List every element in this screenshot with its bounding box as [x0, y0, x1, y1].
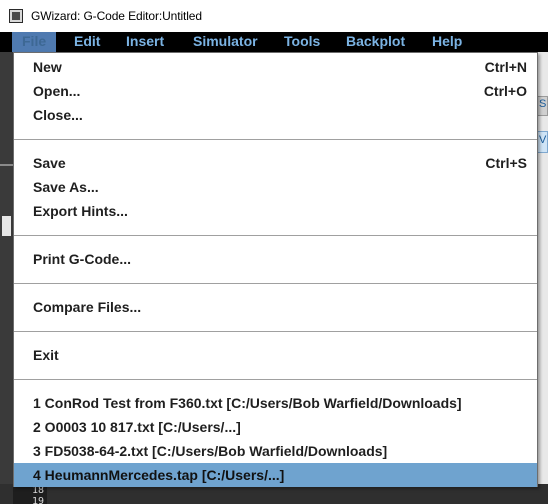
recent-file-label: 1 ConRod Test from F360.txt [C:/Users/Bo…	[33, 395, 462, 411]
menu-help[interactable]: Help	[432, 32, 462, 52]
recent-file-item[interactable]: 1 ConRod Test from F360.txt [C:/Users/Bo…	[14, 391, 537, 415]
side-button-2-label: V	[539, 134, 547, 146]
menu-simulator[interactable]: Simulator	[193, 32, 258, 52]
file-dropdown-menu: New Ctrl+N Open... Ctrl+O Close... Save …	[13, 52, 538, 487]
menu-separator	[14, 379, 537, 380]
menu-item-label: Close...	[33, 107, 83, 123]
menu-item-label: Open...	[33, 83, 81, 99]
app-icon	[9, 9, 23, 23]
side-button-1-label: S	[539, 98, 547, 110]
title-bar: GWizard: G-Code Editor:Untitled	[0, 0, 548, 32]
menu-backplot[interactable]: Backplot	[346, 32, 405, 52]
editor-left-strip	[0, 52, 13, 504]
menu-item-label: Export Hints...	[33, 203, 128, 219]
menu-item-shortcut: Ctrl+N	[484, 59, 527, 75]
menu-edit[interactable]: Edit	[74, 32, 100, 52]
scroll-thumb[interactable]	[2, 216, 11, 236]
menu-item-label: Print G-Code...	[33, 251, 131, 267]
menu-item-exit[interactable]: Exit	[14, 343, 537, 367]
editor-bottom	[0, 484, 548, 504]
menu-item-label: Save	[33, 155, 66, 171]
recent-file-item[interactable]: 3 FD5038-64-2.txt [C:/Users/Bob Warfield…	[14, 439, 537, 463]
recent-file-label: 3 FD5038-64-2.txt [C:/Users/Bob Warfield…	[33, 443, 388, 459]
recent-file-item-highlighted[interactable]: 4 HeumannMercedes.tap [C:/Users/...]	[14, 463, 537, 487]
menu-item-new[interactable]: New Ctrl+N	[14, 55, 537, 79]
menu-insert[interactable]: Insert	[126, 32, 164, 52]
menu-tools[interactable]: Tools	[284, 32, 320, 52]
menu-item-save-as[interactable]: Save As...	[14, 175, 537, 199]
menu-item-save[interactable]: Save Ctrl+S	[14, 151, 537, 175]
menu-separator	[14, 139, 537, 140]
menu-item-label: New	[33, 59, 62, 75]
recent-file-label: 4 HeumannMercedes.tap [C:/Users/...]	[33, 467, 285, 483]
menu-item-label: Save As...	[33, 179, 99, 195]
recent-file-item[interactable]: 2 O0003 10 817.txt [C:/Users/...]	[14, 415, 537, 439]
recent-file-label: 2 O0003 10 817.txt [C:/Users/...]	[33, 419, 241, 435]
menu-file[interactable]: File	[12, 32, 57, 52]
window-title: GWizard: G-Code Editor:Untitled	[31, 9, 202, 23]
menu-item-export-hints[interactable]: Export Hints...	[14, 199, 537, 223]
menu-item-label: Exit	[33, 347, 59, 363]
divider	[0, 164, 13, 166]
menu-item-label: Compare Files...	[33, 299, 142, 315]
menu-item-print-gcode[interactable]: Print G-Code...	[14, 247, 537, 271]
menu-separator	[14, 235, 537, 236]
menu-separator	[14, 283, 537, 284]
line-number: 19	[31, 496, 44, 504]
menu-item-close[interactable]: Close...	[14, 103, 537, 127]
menu-separator	[14, 331, 537, 332]
menu-item-shortcut: Ctrl+S	[485, 155, 527, 171]
menu-item-open[interactable]: Open... Ctrl+O	[14, 79, 537, 103]
menu-bar: File Edit Insert Simulator Tools Backplo…	[0, 32, 548, 52]
right-panel	[537, 52, 548, 504]
menu-item-compare-files[interactable]: Compare Files...	[14, 295, 537, 319]
menu-item-shortcut: Ctrl+O	[483, 83, 527, 99]
